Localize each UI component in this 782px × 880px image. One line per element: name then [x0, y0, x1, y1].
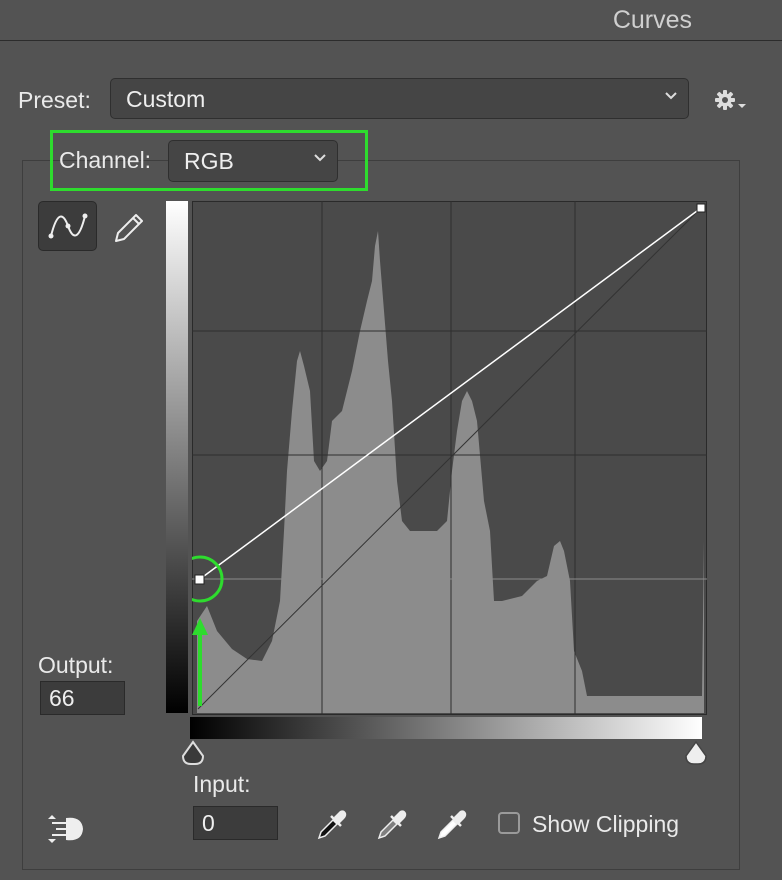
- selected-curve-point: [194, 574, 205, 585]
- pencil-icon[interactable]: [108, 208, 148, 248]
- output-label: Output:: [38, 652, 114, 678]
- auto-icon[interactable]: [46, 812, 88, 846]
- eyedropper-black-icon[interactable]: [315, 808, 349, 842]
- output-gradient: [166, 201, 188, 713]
- output-field[interactable]: 66: [40, 681, 125, 715]
- preset-dropdown[interactable]: Custom: [110, 78, 689, 119]
- white-point-slider[interactable]: [684, 740, 708, 766]
- curve-tool-icon: [48, 213, 88, 239]
- input-gradient: [190, 717, 702, 739]
- eyedropper-white-icon[interactable]: [435, 808, 469, 842]
- channel-value: RGB: [184, 148, 234, 174]
- channel-dropdown[interactable]: RGB: [168, 140, 338, 182]
- preset-value: Custom: [126, 86, 206, 112]
- curve-tool-button[interactable]: [38, 201, 97, 251]
- preset-label: Preset:: [18, 87, 91, 113]
- title-bar: Curves: [0, 0, 782, 41]
- eyedropper-gray-icon[interactable]: [375, 808, 409, 842]
- black-point-slider[interactable]: [181, 740, 205, 766]
- input-label: Input:: [193, 771, 251, 797]
- chevron-down-icon: [665, 92, 677, 100]
- input-field[interactable]: 0: [193, 806, 278, 840]
- window-title: Curves: [612, 6, 692, 34]
- show-clipping-checkbox[interactable]: [498, 812, 520, 834]
- curve-endpoint-handle: [696, 203, 706, 213]
- show-clipping-label[interactable]: Show Clipping: [532, 811, 679, 838]
- gear-icon[interactable]: [713, 86, 749, 116]
- curve-graph[interactable]: [192, 201, 707, 715]
- chevron-down-icon: [314, 154, 326, 162]
- channel-label: Channel:: [59, 147, 152, 173]
